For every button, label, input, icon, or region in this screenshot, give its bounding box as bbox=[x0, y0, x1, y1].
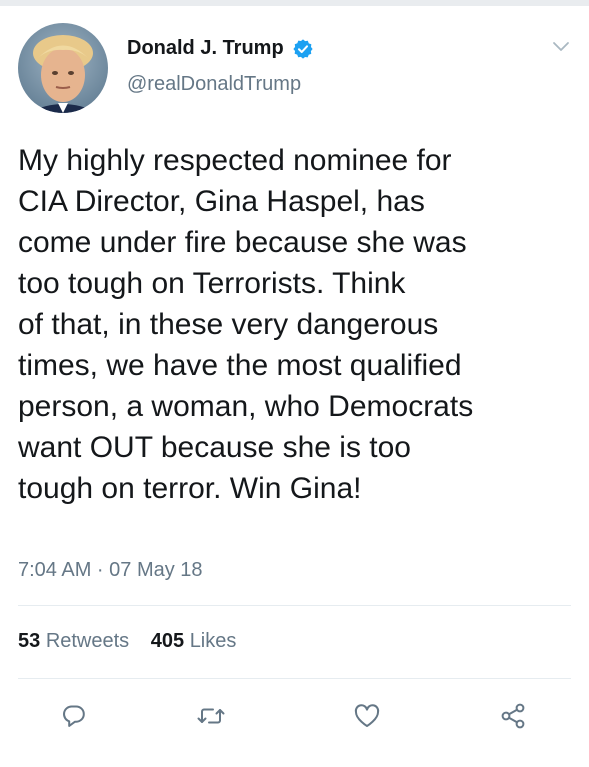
retweet-button[interactable] bbox=[191, 696, 231, 736]
stats-top-divider bbox=[18, 605, 571, 606]
tweet-text-line: tough on terror. Win Gina! bbox=[18, 472, 362, 505]
tweet-text-line: person, a woman, who Democrats bbox=[18, 390, 474, 423]
tweet-stats: 53 Retweets 405 Likes bbox=[18, 630, 252, 653]
top-divider bbox=[0, 0, 589, 6]
tweet-text-line: CIA Director, Gina Haspel, has bbox=[18, 185, 425, 218]
reply-icon bbox=[63, 705, 85, 727]
tweet-text-line: come under fire because she was bbox=[18, 226, 467, 259]
likes-count: 405 bbox=[150, 630, 185, 652]
tweet-text-line: My highly respected nominee for bbox=[18, 144, 452, 177]
share-button[interactable] bbox=[493, 696, 533, 736]
tweet-text: My highly respected nominee for CIA Dire… bbox=[18, 140, 573, 509]
avatar[interactable] bbox=[18, 23, 108, 113]
retweet-icon bbox=[197, 708, 225, 724]
share-icon bbox=[501, 703, 525, 729]
likes-label: Likes bbox=[189, 630, 237, 652]
author-handle[interactable]: @realDonaldTrump bbox=[127, 73, 301, 96]
author-name-row: Donald J. Trump bbox=[127, 37, 314, 60]
like-button[interactable] bbox=[347, 696, 387, 736]
tweet-actions-bar bbox=[0, 696, 589, 736]
tweet-text-line: want OUT because she is too bbox=[18, 431, 411, 464]
retweets-stat[interactable]: 53 Retweets bbox=[18, 630, 135, 652]
heart-icon bbox=[354, 704, 380, 727]
tweet-menu-button[interactable] bbox=[548, 36, 574, 56]
tweet-detail-page: Donald J. Trump @realDonaldTrump My high… bbox=[0, 0, 589, 767]
retweets-label: Retweets bbox=[45, 630, 130, 652]
tweet-timestamp[interactable]: 7:04 AM · 07 May 18 bbox=[18, 559, 203, 582]
verified-badge-icon bbox=[293, 38, 313, 59]
avatar-portrait-icon bbox=[18, 23, 108, 113]
stats-bottom-divider bbox=[18, 678, 571, 679]
tweet-text-line: too tough on Terrorists. Think bbox=[18, 267, 406, 300]
author-display-name[interactable]: Donald J. Trump bbox=[127, 37, 284, 60]
tweet-text-line: of that, in these very dangerous bbox=[18, 308, 439, 341]
likes-stat[interactable]: 405 Likes bbox=[151, 630, 237, 652]
retweets-count: 53 bbox=[18, 630, 41, 652]
chevron-down-icon bbox=[553, 42, 569, 51]
reply-button[interactable] bbox=[54, 696, 94, 736]
tweet-text-line: times, we have the most qualified bbox=[18, 349, 462, 382]
